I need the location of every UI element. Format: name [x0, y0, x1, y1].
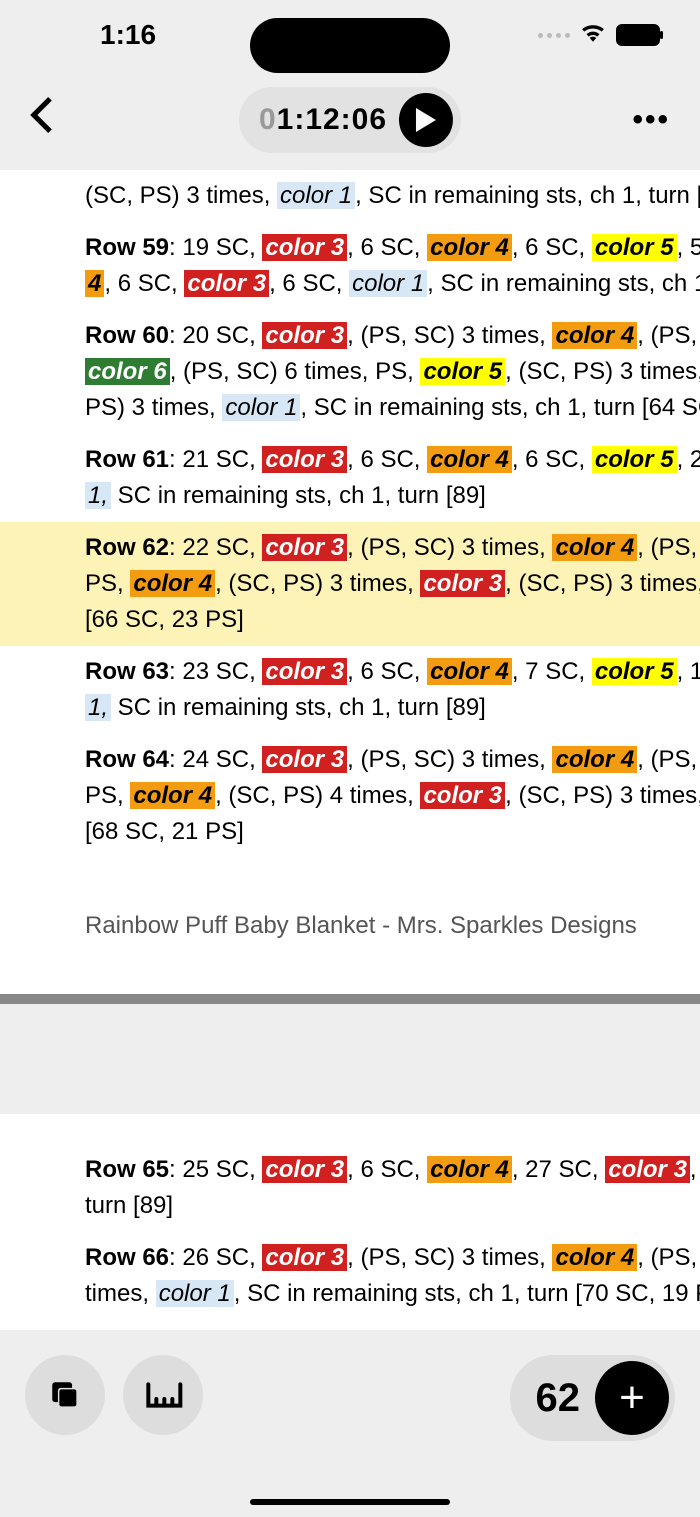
dynamic-island — [250, 18, 450, 73]
page-gap — [0, 1004, 700, 1114]
clock-time: 1:16 — [100, 19, 156, 51]
row-60: Row 60: 20 SC, color 3, (PS, SC) 3 times… — [0, 310, 700, 434]
row-counter[interactable]: 62 + — [510, 1355, 676, 1441]
layers-button[interactable] — [25, 1355, 105, 1435]
row-67: Row 67: 27 SC, color 3, 7 SC, color 4, 2… — [0, 1320, 700, 1330]
more-button[interactable]: ••• — [632, 103, 670, 137]
status-bar: 1:16 — [0, 0, 700, 70]
home-indicator[interactable] — [250, 1499, 450, 1505]
back-button[interactable] — [20, 87, 62, 153]
row-59: Row 59: 19 SC, color 3, 6 SC, color 4, 6… — [0, 222, 700, 310]
bottom-bar: 62 + — [0, 1330, 700, 1517]
partial-row-top: (SC, PS) 3 times, color 1, SC in remaini… — [0, 170, 700, 222]
ruler-button[interactable] — [123, 1355, 203, 1435]
top-bar: 01:12:06 ••• — [0, 70, 700, 170]
row-61: Row 61: 21 SC, color 3, 6 SC, color 4, 6… — [0, 434, 700, 522]
increment-button[interactable]: + — [595, 1361, 669, 1435]
counter-value: 62 — [516, 1376, 581, 1421]
play-button[interactable] — [399, 93, 453, 147]
row-64: Row 64: 24 SC, color 3, (PS, SC) 3 times… — [0, 734, 700, 858]
page-break — [0, 994, 700, 1004]
row-65: Row 65: 25 SC, color 3, 6 SC, color 4, 2… — [0, 1144, 700, 1232]
row-66: Row 66: 26 SC, color 3, (PS, SC) 3 times… — [0, 1232, 700, 1320]
cell-signal-icon — [538, 33, 570, 38]
page-2: Row 65: 25 SC, color 3, 6 SC, color 4, 2… — [0, 1114, 700, 1330]
row-63: Row 63: 23 SC, color 3, 6 SC, color 4, 7… — [0, 646, 700, 734]
battery-icon — [616, 24, 660, 46]
pattern-title: Rainbow Puff Baby Blanket - Mrs. Sparkle… — [0, 858, 700, 994]
row-62-current: Row 62: 22 SC, color 3, (PS, SC) 3 times… — [0, 522, 700, 646]
timer-pill[interactable]: 01:12:06 — [239, 87, 461, 153]
status-icons — [538, 21, 660, 49]
pattern-content[interactable]: (SC, PS) 3 times, color 1, SC in remaini… — [0, 170, 700, 1330]
timer-value: 01:12:06 — [259, 103, 387, 137]
wifi-icon — [580, 21, 606, 49]
